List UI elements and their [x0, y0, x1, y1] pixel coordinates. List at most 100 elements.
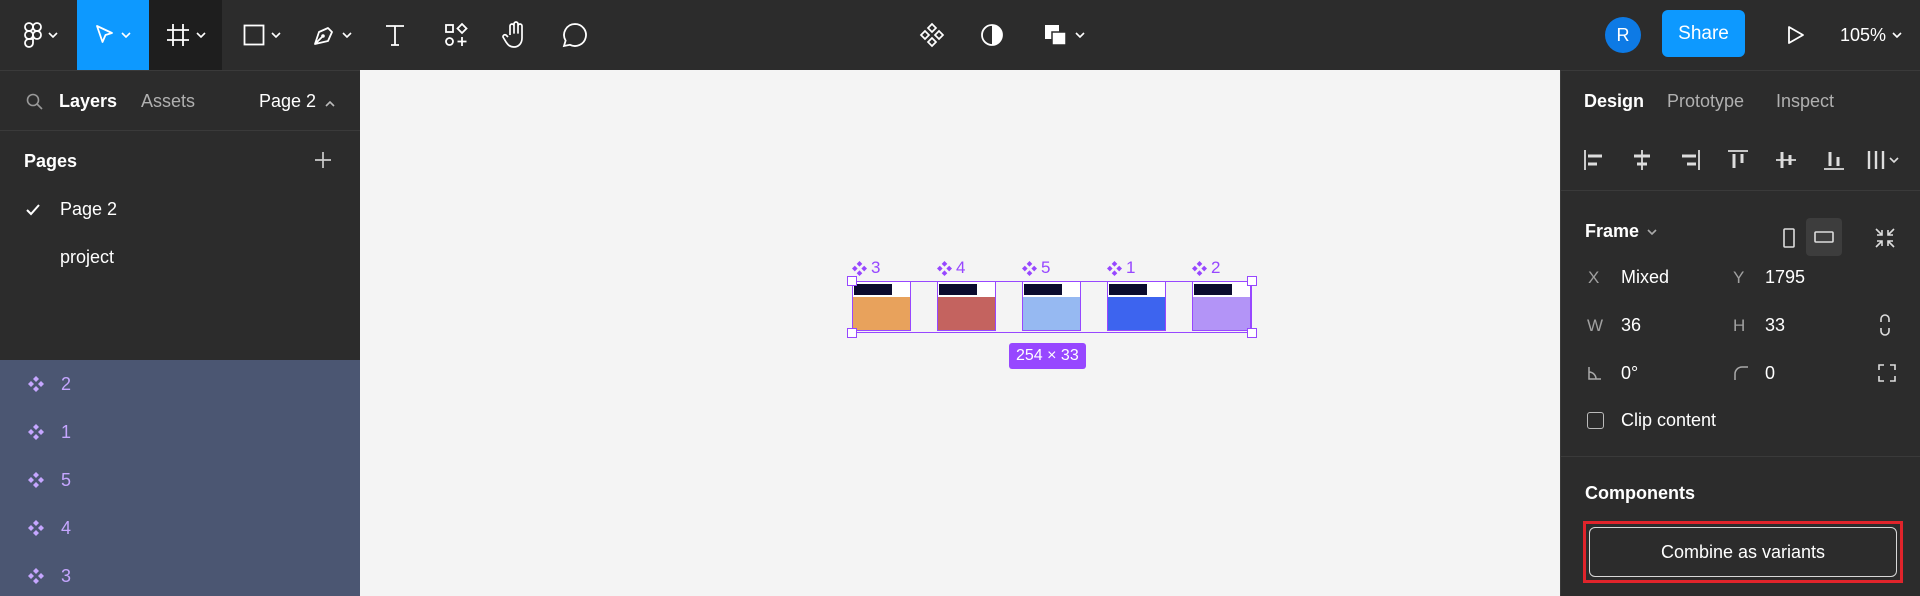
tab-inspect[interactable]: Inspect [1776, 91, 1834, 112]
layer-row[interactable]: 1 [0, 408, 360, 456]
resize-handle-bottom-left[interactable] [847, 328, 857, 338]
corner-radius-icon [1734, 366, 1748, 380]
height-input[interactable]: 33 [1765, 315, 1785, 336]
layer-name: 4 [61, 517, 72, 538]
combine-as-variants-button[interactable]: Combine as variants [1589, 527, 1897, 577]
tab-prototype[interactable]: Prototype [1667, 91, 1744, 112]
chevron-down-icon [342, 32, 352, 38]
share-button[interactable]: Share [1662, 10, 1745, 57]
right-panel-tabs: Design Prototype Inspect [1561, 71, 1920, 131]
page-item-page-2[interactable]: Page 2 [60, 199, 117, 220]
y-label: Y [1733, 268, 1745, 287]
align-horizontal-center-icon[interactable] [1631, 149, 1653, 171]
component-icon [28, 520, 44, 536]
boolean-ops-button[interactable] [1038, 0, 1090, 70]
component-label[interactable]: 4 [937, 258, 965, 278]
design-panel: Design Prototype Inspect Frame X Mixed Y… [1560, 70, 1920, 596]
resize-to-fit-icon[interactable] [1874, 227, 1896, 249]
zoom-dropdown[interactable]: 105% [1840, 0, 1902, 70]
chevron-down-icon [1647, 228, 1657, 235]
pen-tool-button[interactable] [302, 0, 362, 70]
tab-assets[interactable]: Assets [141, 91, 195, 112]
component-icon [28, 568, 44, 584]
h-label: H [1733, 316, 1746, 335]
shape-tool-button[interactable] [232, 0, 292, 70]
user-avatar[interactable]: R [1605, 17, 1641, 53]
constrain-proportions-icon[interactable] [1879, 313, 1891, 337]
component-icon [1192, 260, 1207, 276]
component-icon [1022, 260, 1037, 276]
tab-layers[interactable]: Layers [59, 91, 117, 112]
comment-tool-button[interactable] [555, 0, 595, 70]
contrast-toggle-button[interactable] [974, 0, 1010, 70]
independent-corners-icon[interactable] [1877, 363, 1897, 383]
frame-properties: Frame X Mixed Y 1795 W 36 H 33 0° 0 Clip… [1561, 191, 1920, 457]
resize-handle-top-right[interactable] [1247, 276, 1257, 286]
tab-design[interactable]: Design [1584, 91, 1644, 112]
component-label[interactable]: 5 [1022, 258, 1050, 278]
clip-content-checkbox[interactable] [1587, 412, 1604, 429]
x-label: X [1588, 268, 1600, 287]
rectangle-icon [243, 24, 265, 46]
layer-row[interactable]: 3 [0, 552, 360, 596]
align-bottom-icon[interactable] [1823, 149, 1845, 171]
landscape-orientation-icon [1814, 231, 1834, 243]
frame-hash-icon [166, 24, 189, 46]
y-input[interactable]: 1795 [1765, 267, 1805, 288]
landscape-orientation-button[interactable] [1806, 218, 1842, 256]
text-tool-button[interactable] [375, 0, 415, 70]
resize-handle-bottom-right[interactable] [1247, 328, 1257, 338]
distribute-icon[interactable] [1866, 149, 1902, 171]
portrait-orientation-icon[interactable] [1782, 227, 1796, 249]
figma-logo-icon [24, 22, 42, 48]
resources-icon [445, 22, 468, 46]
align-right-icon[interactable] [1679, 149, 1701, 171]
main-menu-button[interactable] [14, 0, 68, 70]
component-label[interactable]: 3 [852, 258, 880, 278]
corner-radius-input[interactable]: 0 [1765, 363, 1775, 384]
layer-row[interactable]: 2 [0, 360, 360, 408]
component-label[interactable]: 2 [1192, 258, 1220, 278]
layers-panel: Layers Assets Page 2 Pages Page 2 projec… [0, 70, 360, 596]
layer-row[interactable]: 4 [0, 504, 360, 552]
hand-tool-button[interactable] [494, 0, 536, 70]
resources-tool-button[interactable] [435, 0, 477, 70]
chevron-down-icon [1892, 32, 1902, 38]
present-button[interactable] [1776, 0, 1816, 70]
boolean-union-icon [1045, 25, 1067, 46]
chevron-down-icon [271, 32, 281, 38]
component-icon [852, 260, 867, 276]
rotation-input[interactable]: 0° [1621, 363, 1638, 384]
resize-handle-top-left[interactable] [847, 276, 857, 286]
layer-name: 1 [61, 421, 72, 442]
chevron-down-icon [195, 32, 206, 38]
left-panel-tabs: Layers Assets Page 2 [0, 71, 360, 131]
page-selector[interactable]: Page 2 [259, 91, 335, 112]
hand-icon [502, 21, 523, 48]
layer-name: 3 [61, 565, 72, 586]
align-vertical-center-icon[interactable] [1775, 149, 1797, 171]
alignment-toolbar [1561, 131, 1920, 191]
text-icon [386, 25, 404, 46]
layers-list: 2 1 5 4 3 [0, 360, 360, 596]
plus-icon[interactable] [314, 151, 332, 169]
selection-box[interactable] [852, 281, 1252, 333]
move-tool-button[interactable] [77, 0, 149, 70]
top-toolbar: R Share 105% [0, 0, 1920, 70]
search-icon[interactable] [26, 93, 44, 111]
width-input[interactable]: 36 [1621, 315, 1641, 336]
design-canvas[interactable]: 3 4 5 1 2 254 × 33 [360, 70, 1560, 596]
component-label[interactable]: 1 [1107, 258, 1135, 278]
page-selector-label: Page 2 [259, 91, 317, 111]
frame-tool-button[interactable] [149, 0, 222, 70]
component-icon [28, 424, 44, 440]
x-input[interactable]: Mixed [1621, 267, 1669, 288]
layer-row[interactable]: 5 [0, 456, 360, 504]
align-top-icon[interactable] [1727, 149, 1749, 171]
component-tools-button[interactable] [914, 0, 950, 70]
component-icon [1107, 260, 1122, 276]
align-left-icon[interactable] [1583, 149, 1605, 171]
frame-type-dropdown[interactable]: Frame [1585, 221, 1657, 242]
page-item-project[interactable]: project [60, 247, 114, 268]
pen-icon [314, 27, 333, 45]
